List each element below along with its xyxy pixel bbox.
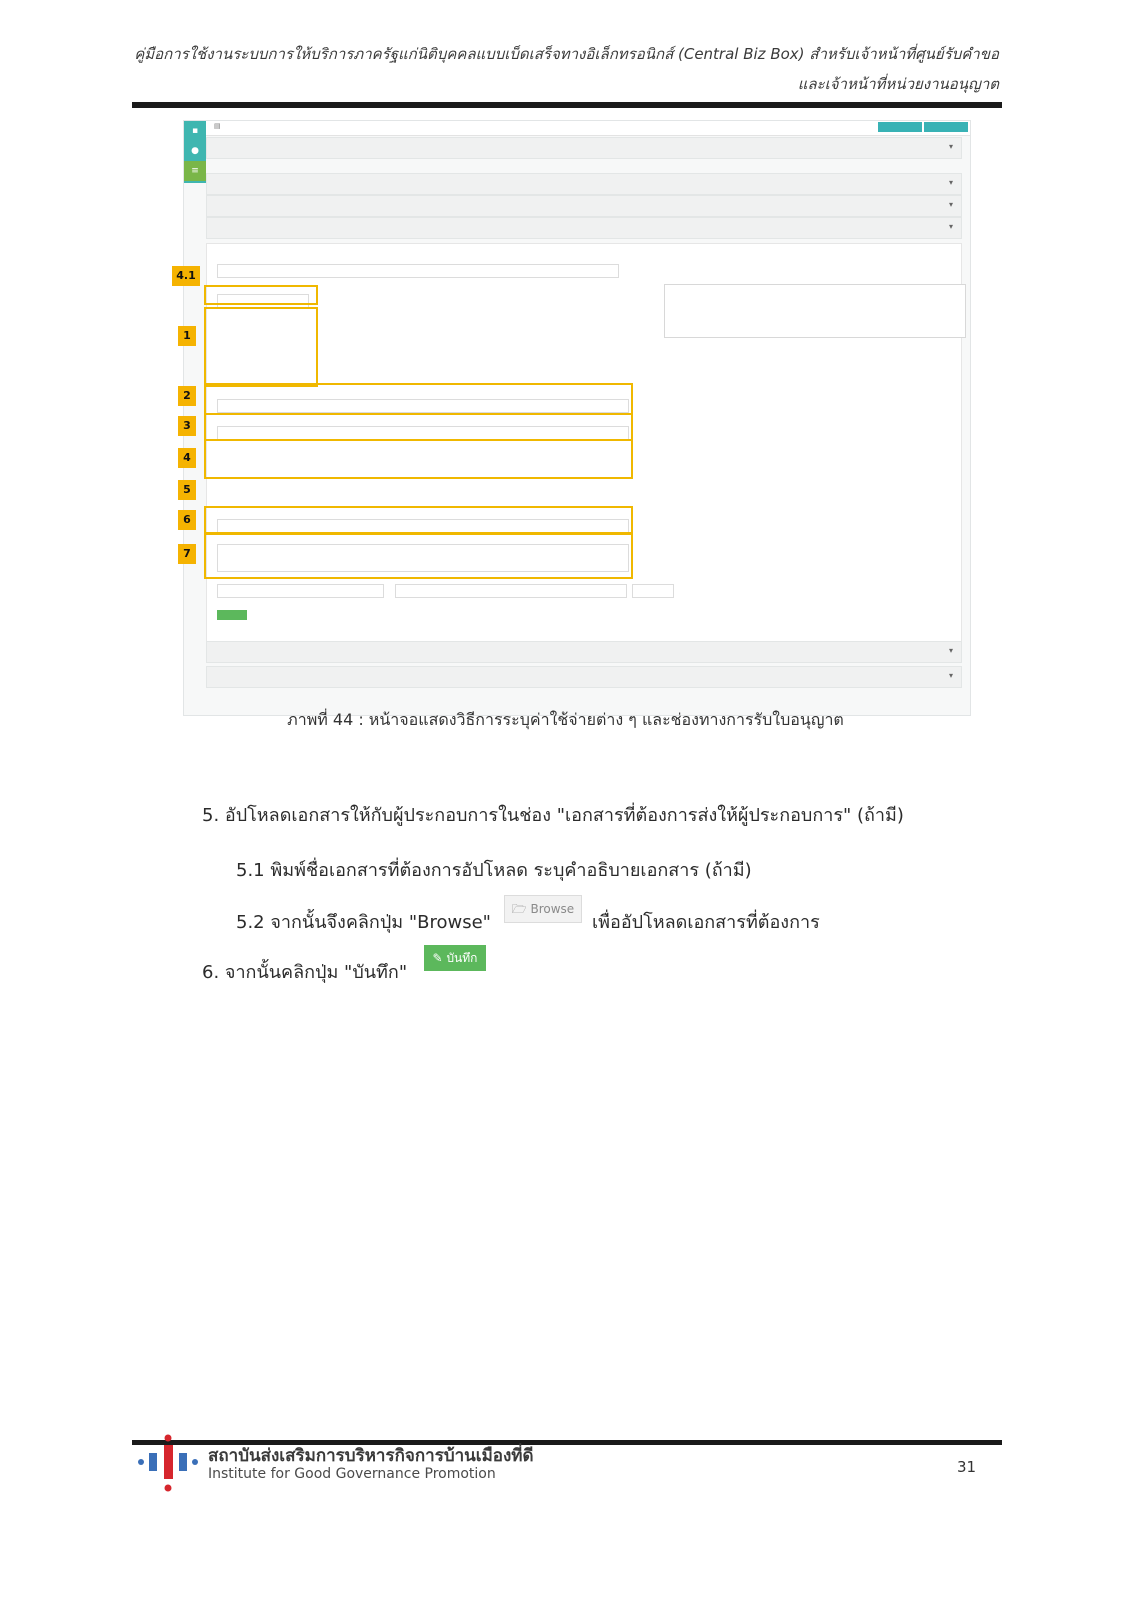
institute-logo <box>138 1434 198 1492</box>
highlight-box-7 <box>204 533 633 579</box>
mini-browse-button <box>632 584 674 598</box>
panel-1: ▾ <box>206 137 962 159</box>
marker-2: 2 <box>178 386 196 406</box>
panel-3: ▾ <box>206 195 962 217</box>
chevron-down-icon: ▾ <box>948 200 953 209</box>
step-5: 5. อัปโหลดเอกสารให้กับผู้ประกอบการในช่อง… <box>202 805 904 826</box>
chevron-down-icon: ▾ <box>948 178 953 187</box>
highlight-box-41 <box>204 285 318 305</box>
header-title-line2: และเจ้าหน้าที่หน่วยงานอนุญาต <box>797 75 999 93</box>
doc-desc-field <box>395 584 627 598</box>
header-title-line1: คู่มือการใช้งานระบบการให้บริการภาครัฐแก่… <box>134 45 999 63</box>
marker-4: 4 <box>178 448 196 468</box>
mini-save-button <box>217 610 247 620</box>
screenshot-button-1 <box>878 122 922 132</box>
save-button-label: บันทึก <box>446 951 478 965</box>
chevron-down-icon: ▾ <box>948 222 953 231</box>
step-6: 6. จากนั้นคลิกปุ่ม "บันทึก" <box>202 962 408 983</box>
highlight-box-6 <box>204 506 633 534</box>
marker-7: 7 <box>178 544 196 564</box>
org-name-thai: สถาบันส่งเสริมการบริหารกิจการบ้านเมืองที… <box>208 1446 534 1466</box>
figure-caption: ภาพที่ 44 : หน้าจอแสดงวิธีการระบุค่าใช้จ… <box>287 710 844 729</box>
highlight-box-1 <box>204 307 318 387</box>
step-5-1: 5.1 พิมพ์ชื่อเอกสารที่ต้องการอัปโหลด ระบ… <box>236 860 752 881</box>
screenshot-topbar: ▤ <box>206 121 970 136</box>
marker-3: 3 <box>178 416 196 436</box>
marker-41: 4.1 <box>172 266 200 286</box>
highlight-box-3 <box>204 413 633 441</box>
highlight-box-2 <box>204 383 633 415</box>
side-icon-2: ● <box>191 146 199 156</box>
panel-6: ▾ <box>206 666 962 688</box>
browse-button-label: Browse <box>530 902 575 916</box>
marker-6: 6 <box>178 510 196 530</box>
chevron-down-icon: ▾ <box>948 671 953 680</box>
panel-2: ▾ <box>206 173 962 195</box>
chevron-down-icon: ▾ <box>948 142 953 151</box>
marker-1: 1 <box>178 326 196 346</box>
edit-icon: ✎ <box>432 951 443 965</box>
figure-screenshot: ▪ ● ≡ ▤ ▾ ▾ ▾ ▾ ▾ ▾ <box>183 120 971 716</box>
org-name-english: Institute for Good Governance Promotion <box>208 1466 496 1482</box>
save-button-image: ✎ บันทึก <box>424 945 486 971</box>
marker-5: 5 <box>178 480 196 500</box>
browse-button-image: 🗁 Browse <box>504 895 582 923</box>
page-number: 31 <box>957 1458 977 1476</box>
side-icon-3: ≡ <box>184 161 206 181</box>
screenshot-button-2 <box>924 122 968 132</box>
panel-5: ▾ <box>206 641 962 663</box>
folder-icon: 🗁 <box>511 902 527 916</box>
form-field-select <box>217 264 619 278</box>
step-5-2-after: เพื่ออัปโหลดเอกสารที่ต้องการ <box>592 912 820 933</box>
highlight-box-4 <box>204 439 633 479</box>
doc-name-field <box>217 584 384 598</box>
header-rule <box>132 102 1002 108</box>
step-5-2: 5.2 จากนั้นจึงคลิกปุ่ม "Browse" <box>236 912 491 933</box>
remark-textarea <box>664 284 966 338</box>
chevron-down-icon: ▾ <box>948 646 953 655</box>
screenshot-title: ▤ <box>214 122 221 130</box>
side-toolbar: ▪ ● ≡ <box>184 121 206 183</box>
side-icon-1: ▪ <box>191 126 199 136</box>
panel-4: ▾ <box>206 217 962 239</box>
